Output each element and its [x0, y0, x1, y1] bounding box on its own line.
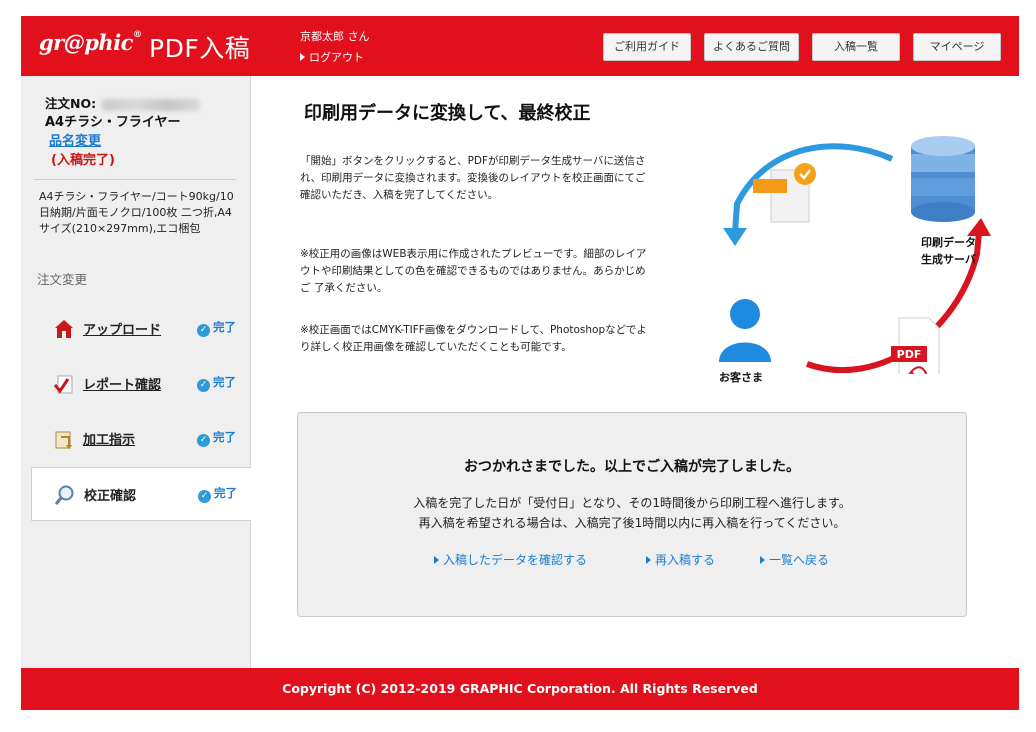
person-icon [719, 299, 771, 362]
logo-registered-mark: ® [132, 30, 142, 40]
step-report-status: ✓ 完了 [197, 374, 236, 392]
submission-status: (入稿完了) [51, 153, 115, 168]
status-text: 完了 [213, 320, 236, 334]
preview-note: ※校正用の画像はWEB表示用に作成されたプレビューです。細部のレイアウトや印刷結… [300, 248, 647, 294]
check-circle-icon: ✓ [197, 379, 210, 392]
status-text: 完了 [214, 486, 237, 500]
mypage-button[interactable]: マイページ [913, 33, 1001, 61]
order-spec: A4チラシ・フライヤー/コート90kg/10日納期/片面モノクロ/100枚 二つ… [39, 190, 234, 235]
step-processing-label: 加工指示 [83, 433, 136, 448]
completion-panel: おつかれさまでした。以上でご入稿が完了しました。 入稿を完了した日が「受付日」と… [297, 412, 967, 617]
processing-icon [55, 431, 72, 449]
copyright-text: Copyright (C) 2012-2019 GRAPHIC Corporat… [282, 681, 758, 696]
link-label: 一覧へ戻る [769, 553, 830, 567]
check-circle-icon: ✓ [197, 434, 210, 447]
status-text: 完了 [213, 430, 236, 444]
server-label-line1: 印刷データ [921, 236, 976, 249]
check-circle-icon: ✓ [198, 490, 211, 503]
step-upload[interactable]: アップロード ✓ 完了 [31, 302, 251, 355]
upload-icon [55, 320, 73, 338]
link-label: 入稿したデータを確認する [443, 553, 588, 567]
step-proof[interactable]: 校正確認 ✓ 完了 [31, 467, 251, 521]
intro-paragraph: 「開始」ボタンをクリックすると、PDFが印刷データ生成サーバに送信され、印刷用デ… [300, 155, 646, 201]
footer-bar: Copyright (C) 2012-2019 GRAPHIC Corporat… [21, 668, 1019, 710]
step-upload-status: ✓ 完了 [197, 319, 236, 337]
completion-title: おつかれさまでした。以上でご入稿が完了しました。 [464, 459, 800, 475]
guide-button[interactable]: ご利用ガイド [603, 33, 691, 61]
faq-button[interactable]: よくあるご質問 [704, 33, 799, 61]
logo-text: gr@phic [39, 30, 133, 55]
customer-label: お客さま [719, 371, 763, 384]
server-label: 印刷データ 生成サーバ [921, 234, 976, 268]
magnifier-icon [54, 485, 74, 505]
order-number-label: 注文NO: [45, 96, 97, 111]
back-to-list-link[interactable]: 一覧へ戻る [760, 551, 829, 568]
sidebar: 注文NO: A4チラシ・フライヤー 品名変更 (入稿完了) A4チラシ・フライヤ… [21, 76, 251, 668]
main-content: 印刷用データに変換して、最終校正 「開始」ボタンをクリックすると、PDFが印刷デ… [252, 76, 1019, 668]
user-block: 京都太郎 さん ログアウト [300, 26, 370, 68]
view-submitted-data-link[interactable]: 入稿したデータを確認する [434, 551, 587, 568]
completion-line2: 再入稿を希望される場合は、入稿完了後1時間以内に再入稿を行ってください。 [418, 516, 846, 530]
arrow-right-icon [300, 53, 305, 61]
header-bar: gr@phic® PDF入稿 京都太郎 さん ログアウト ご利用ガイド よくある… [21, 16, 1019, 76]
app-title: PDF入稿 [149, 34, 251, 63]
status-text: 完了 [213, 375, 236, 389]
logout-link[interactable]: ログアウト [300, 47, 370, 68]
page-title: 印刷用データに変換して、最終校正 [304, 103, 591, 124]
report-check-icon [53, 375, 73, 394]
blue-arrowhead-icon [723, 228, 747, 246]
step-proof-label: 校正確認 [84, 489, 137, 504]
user-name: 京都太郎 さん [300, 30, 370, 43]
arrow-right-icon [434, 556, 439, 564]
database-icon [911, 136, 975, 222]
server-label-line2: 生成サーバ [921, 253, 976, 266]
product-name: A4チラシ・フライヤー [45, 115, 181, 130]
logout-label: ログアウト [309, 51, 364, 64]
resubmit-link[interactable]: 再入稿する [646, 551, 715, 568]
completion-message: 入稿を完了した日が「受付日」となり、その1時間後から印刷工程へ進行します。 再入… [298, 493, 966, 533]
step-report-label: レポート確認 [83, 378, 162, 393]
arrow-right-icon [760, 556, 765, 564]
step-processing[interactable]: 加工指示 ✓ 完了 [31, 412, 251, 465]
order-change-link[interactable]: 注文変更 [37, 269, 87, 288]
order-number: 注文NO: [45, 93, 201, 112]
sidebar-divider [34, 179, 236, 180]
pdf-badge-text: PDF [897, 348, 922, 361]
link-label: 再入稿する [655, 553, 716, 567]
check-circle-icon: ✓ [197, 324, 210, 337]
order-number-redacted [102, 98, 201, 111]
submission-list-button[interactable]: 入稿一覧 [812, 33, 900, 61]
step-proof-status: ✓ 完了 [198, 485, 237, 503]
pdf-file-icon: PDF [891, 317, 940, 383]
cmyk-note: ※校正画面ではCMYK-TIFF画像をダウンロードして、Photoshopなどで… [300, 324, 647, 353]
graphic-logo[interactable]: gr@phic® [39, 30, 142, 55]
page-frame: gr@phic® PDF入稿 京都太郎 さん ログアウト ご利用ガイド よくある… [21, 16, 1019, 710]
change-product-link[interactable]: 品名変更 [49, 130, 101, 149]
workflow-diagram: PDF 印刷データ 生成サーバ お客さま [707, 114, 997, 384]
completion-line1: 入稿を完了した日が「受付日」となり、その1時間後から印刷工程へ進行します。 [413, 496, 851, 510]
step-report[interactable]: レポート確認 ✓ 完了 [31, 357, 251, 410]
step-processing-status: ✓ 完了 [197, 429, 236, 447]
step-upload-label: アップロード [83, 323, 162, 338]
arrow-right-icon [646, 556, 651, 564]
